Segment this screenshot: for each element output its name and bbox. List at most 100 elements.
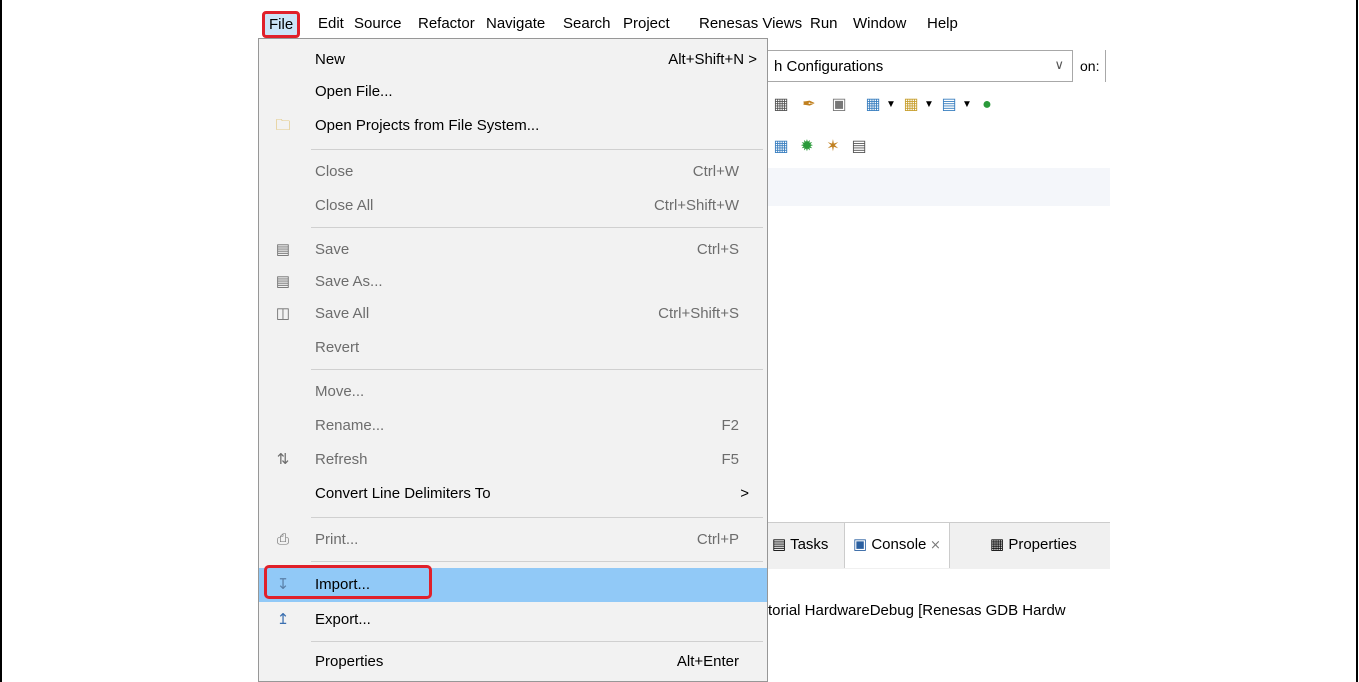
menu-item-export[interactable]: ↥ Export...: [259, 605, 767, 635]
menu-item-accelerator: Alt+Shift+N >: [668, 51, 757, 68]
tab-properties-label: Properties: [1008, 536, 1077, 553]
menu-item-close[interactable]: Close Ctrl+W: [259, 157, 767, 187]
menu-search[interactable]: Search: [563, 15, 611, 32]
grid-icon[interactable]: ▦: [772, 96, 790, 114]
menu-item-label: Convert Line Delimiters To: [315, 485, 491, 502]
menu-edit[interactable]: Edit: [318, 15, 344, 32]
menu-item-new[interactable]: New Alt+Shift+N >: [259, 45, 767, 75]
menu-item-accelerator: Ctrl+Shift+W: [653, 197, 739, 214]
menu-separator: [311, 227, 763, 228]
tab-console-label: Console: [871, 536, 927, 553]
menu-item-print[interactable]: ⎙ Print... Ctrl+P: [259, 525, 767, 555]
tab-console[interactable]: ▣ Console ⨯: [844, 523, 950, 568]
menu-item-accelerator: Ctrl+P: [696, 531, 739, 548]
menu-item-label: Refresh: [315, 451, 368, 468]
console-output-line: torial HardwareDebug [Renesas GDB Hardw: [768, 602, 1066, 619]
menubar: File Edit Source Refactor Navigate Searc…: [258, 8, 1110, 38]
menu-navigate[interactable]: Navigate: [486, 15, 545, 32]
menu-item-open-projects[interactable]: 🗀 Open Projects from File System...: [259, 111, 767, 141]
new-folder-icon[interactable]: ▦: [902, 96, 920, 114]
menu-item-rename[interactable]: Rename... F2: [259, 411, 767, 441]
menu-item-accelerator: Ctrl+W: [692, 163, 739, 180]
printer-icon: ⎙: [276, 531, 289, 548]
menu-item-save-as[interactable]: ▤ Save As...: [259, 267, 767, 297]
dropdown-arrow-icon[interactable]: ▼: [882, 96, 900, 114]
pen-icon[interactable]: ✒: [800, 96, 818, 114]
menu-project[interactable]: Project: [623, 15, 670, 32]
close-icon[interactable]: ⨯: [926, 537, 941, 552]
menu-separator: [311, 149, 763, 150]
menu-source[interactable]: Source: [354, 15, 402, 32]
menu-item-accelerator: Ctrl+Shift+S: [658, 305, 739, 322]
tab-properties[interactable]: ▦ Properties: [990, 535, 1077, 553]
frame-left-border: [0, 0, 2, 682]
save-icon: ▤: [275, 241, 291, 258]
menu-separator: [311, 517, 763, 518]
launch-target-combo[interactable]: [1105, 50, 1111, 82]
menu-item-accelerator: F2: [721, 417, 739, 434]
dropdown-arrow-icon[interactable]: ▼: [920, 96, 938, 114]
menu-separator: [311, 641, 763, 642]
menu-file[interactable]: File: [262, 11, 301, 38]
launch-target-label: on:: [1080, 58, 1100, 74]
menu-window[interactable]: Window: [853, 15, 906, 32]
menu-item-close-all[interactable]: Close All Ctrl+Shift+W: [259, 191, 767, 221]
menu-renesas-views[interactable]: Renesas Views: [699, 15, 802, 32]
console-icon: ▣: [853, 536, 872, 553]
menu-run[interactable]: Run: [810, 15, 838, 32]
menu-item-label: Properties: [315, 653, 384, 670]
menu-item-convert-line-delimiters[interactable]: Convert Line Delimiters To >: [259, 479, 767, 509]
menu-refactor[interactable]: Refactor: [418, 15, 475, 32]
toolbar-row-1: ▦ ✒ ▣ ▦ ▼ ▦ ▼ ▤ ▼ ●: [768, 92, 1110, 120]
folder-icon: 🗀: [275, 117, 291, 134]
debug-bug-icon[interactable]: ✹: [798, 138, 816, 156]
save-as-icon: ▤: [275, 273, 291, 290]
menu-item-accelerator: Alt+Enter: [676, 653, 739, 670]
menu-item-label: Open Projects from File System...: [315, 117, 540, 134]
tasks-icon: ▤: [772, 536, 791, 553]
menu-item-label: Export...: [315, 611, 371, 628]
toolbar-row-2: ▦ ✹ ✶ ▤: [768, 134, 1110, 162]
toggle-view-icon[interactable]: ▣: [830, 96, 848, 114]
menu-item-label: Save: [315, 241, 350, 258]
menu-separator: [311, 369, 763, 370]
menu-separator: [311, 561, 763, 562]
new-class-icon[interactable]: ▦: [864, 96, 882, 114]
menu-item-label: Rename...: [315, 417, 385, 434]
menu-item-accelerator: Ctrl+S: [696, 241, 739, 258]
tab-tasks-label: Tasks: [790, 536, 829, 553]
tab-tasks[interactable]: ▤ Tasks: [772, 535, 828, 553]
launch-config-combo[interactable]: h Configurations ∨: [768, 50, 1073, 82]
console-view-icon[interactable]: ▤: [850, 138, 868, 156]
menu-item-move[interactable]: Move...: [259, 377, 767, 407]
new-generator-icon[interactable]: ●: [978, 96, 996, 114]
properties-icon: ▦: [990, 536, 1009, 553]
save-all-icon: ◫: [275, 305, 291, 322]
menu-item-label: Move...: [315, 383, 365, 400]
menu-item-label: Save As...: [315, 273, 383, 290]
menu-item-label: Close: [315, 163, 354, 180]
menu-item-refresh[interactable]: ⇅ Refresh F5: [259, 445, 767, 475]
menu-item-save[interactable]: ▤ Save Ctrl+S: [259, 235, 767, 265]
import-annotation-box: [264, 565, 432, 599]
menu-item-label: Close All: [315, 197, 374, 214]
bottom-tab-bar: ▤ Tasks ▣ Console ⨯ ▦ Properties: [768, 522, 1110, 569]
menu-item-open-file[interactable]: Open File...: [259, 77, 767, 107]
refresh-icon: ⇅: [276, 451, 290, 468]
menu-item-label: Open File...: [315, 83, 393, 100]
menu-help[interactable]: Help: [927, 15, 958, 32]
export-icon: ↥: [276, 611, 290, 628]
toolbar-strip: [768, 168, 1110, 206]
menu-item-revert[interactable]: Revert: [259, 333, 767, 363]
menu-item-label: New: [315, 51, 346, 68]
smart-configurator-icon[interactable]: ▦: [772, 138, 790, 156]
dropdown-arrow-icon[interactable]: ▼: [958, 96, 976, 114]
tools-icon[interactable]: ✶: [824, 138, 842, 156]
chevron-down-icon: ∨: [1054, 57, 1064, 72]
new-file-icon[interactable]: ▤: [940, 96, 958, 114]
menu-item-save-all[interactable]: ◫ Save All Ctrl+Shift+S: [259, 299, 767, 329]
menu-item-properties[interactable]: Properties Alt+Enter: [259, 647, 767, 677]
menu-item-label: Print...: [315, 531, 359, 548]
submenu-arrow-icon: >: [740, 485, 749, 502]
menu-item-accelerator: F5: [721, 451, 739, 468]
